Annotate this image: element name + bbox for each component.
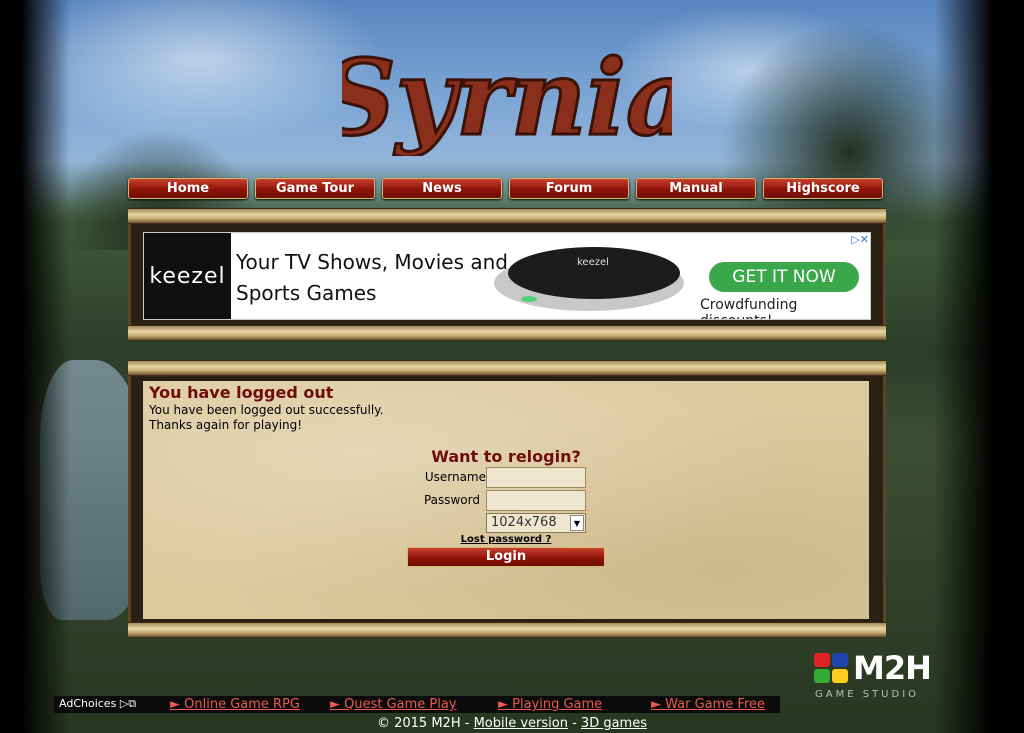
content-frame-bottom-bar: [128, 622, 886, 638]
adchoices-text: AdChoices: [59, 697, 117, 710]
relogin-title: Want to relogin?: [431, 447, 581, 466]
mobile-version-link[interactable]: Mobile version: [474, 716, 568, 731]
ad-device-image: keezel: [494, 247, 684, 311]
svg-text:Syrnia: Syrnia: [342, 36, 672, 156]
nav-news[interactable]: News: [382, 178, 502, 199]
password-input[interactable]: [486, 490, 586, 511]
chevron-down-icon[interactable]: ▼: [570, 515, 584, 531]
right-vignette: [934, 0, 1024, 733]
resolution-select[interactable]: 1024x768 ▼: [486, 513, 586, 533]
username-label: Username: [424, 470, 486, 484]
login-button[interactable]: Login: [407, 547, 605, 567]
m2h-name: M2H: [853, 649, 932, 687]
adchoices-icon-pair: ▷⧉: [119, 697, 137, 710]
ad-brand-logo: keezel: [144, 233, 231, 319]
ad-subtext: Crowdfunding discounts!: [700, 297, 798, 319]
username-input[interactable]: [486, 467, 586, 488]
copyright-text: © 2015 M2H -: [376, 716, 474, 731]
ad-link-playing-game[interactable]: ► Playing Game: [498, 697, 602, 712]
nav-forum[interactable]: Forum: [509, 178, 629, 199]
content-frame-top-bar: [128, 360, 886, 376]
lost-password-link[interactable]: Lost password ?: [143, 534, 869, 545]
nav-home[interactable]: Home: [128, 178, 248, 199]
left-vignette: [0, 0, 70, 733]
ad-link-quest-game-play[interactable]: ► Quest Game Play: [330, 697, 457, 712]
password-label: Password: [423, 493, 480, 507]
syrnia-logo[interactable]: Syrnia: [342, 16, 672, 157]
resolution-value: 1024x768: [491, 515, 557, 530]
logout-panel: You have logged out You have been logged…: [143, 381, 869, 619]
ad-get-it-now-button[interactable]: GET IT NOW: [709, 262, 859, 292]
ad-link-online-game-rpg[interactable]: ► Online Game RPG: [170, 697, 300, 712]
text-ad-bar: AdChoices ▷⧉ ► Online Game RPG ► Quest G…: [54, 696, 780, 713]
adchoices-label[interactable]: AdChoices ▷⧉: [59, 697, 136, 711]
main-nav: Home Game Tour News Forum Manual Highsco…: [128, 178, 884, 200]
3d-games-link[interactable]: 3D games: [581, 716, 647, 731]
footer-separator: -: [567, 716, 581, 731]
m2h-logo[interactable]: M2H GAME STUDIO: [814, 649, 934, 703]
m2h-subtitle: GAME STUDIO: [815, 689, 920, 700]
adchoices-icon[interactable]: ▷✕: [839, 233, 870, 247]
logout-message: You have been logged out successfully.: [149, 403, 384, 417]
m2h-badge-icon: [814, 653, 848, 683]
ad-frame-top-bar: [128, 208, 886, 224]
thanks-message: Thanks again for playing!: [149, 418, 303, 432]
ad-link-war-game-free[interactable]: ► War Game Free: [651, 697, 765, 712]
ad-frame-bottom-bar: [128, 325, 886, 341]
banner-ad[interactable]: keezel Your TV Shows, Movies and Sports …: [143, 232, 871, 320]
nav-manual[interactable]: Manual: [636, 178, 756, 199]
footer: © 2015 M2H - Mobile version - 3D games: [0, 716, 1024, 731]
logout-title: You have logged out: [149, 383, 334, 402]
svg-text:keezel: keezel: [577, 257, 609, 268]
nav-highscore[interactable]: Highscore: [763, 178, 883, 199]
nav-game-tour[interactable]: Game Tour: [255, 178, 375, 199]
